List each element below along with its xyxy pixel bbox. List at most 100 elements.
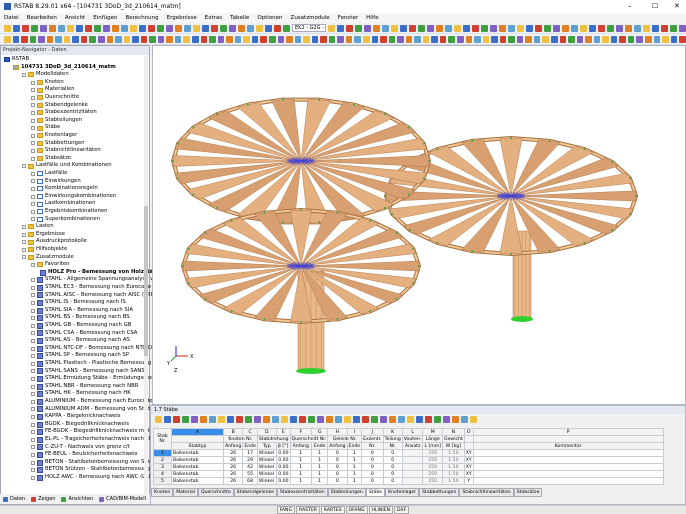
tb1b-tool-icon[interactable] (571, 24, 578, 32)
tb1b-tool-icon[interactable] (670, 24, 677, 32)
tb1-tool-icon[interactable] (139, 24, 146, 32)
column-letter[interactable]: N (442, 428, 465, 436)
tb1-tool-icon[interactable] (67, 24, 74, 32)
cell[interactable]: 0 (382, 477, 403, 485)
cell[interactable]: 0 (361, 449, 384, 457)
cell[interactable]: 0.00 (275, 456, 291, 464)
tree-item[interactable]: FE-BEUL - Beulsicherheitsnachweis (31, 451, 137, 459)
tb1-tool-icon[interactable] (58, 24, 65, 32)
expand-toggle-icon[interactable] (31, 88, 35, 93)
tb1-tool-icon[interactable] (76, 24, 83, 32)
cell[interactable]: 250 (422, 449, 444, 457)
tree-item[interactable]: KAPPA - Biegeknicknachweis (31, 413, 121, 421)
expand-toggle-icon[interactable] (31, 414, 35, 419)
cell[interactable]: 0.00 (275, 449, 291, 457)
tb1-tool-icon[interactable] (31, 24, 38, 32)
tb2-tool-icon[interactable] (414, 35, 421, 43)
tb1b-tool-icon[interactable] (625, 24, 632, 32)
cell[interactable]: Balkenstab (171, 456, 224, 464)
tb1-tool-icon[interactable] (157, 24, 164, 32)
cell[interactable]: 1 (289, 470, 313, 478)
cell[interactable] (472, 449, 664, 457)
tb2-tool-icon[interactable] (653, 35, 661, 43)
column-letter[interactable]: K (382, 428, 403, 436)
table-tab-9[interactable]: Stabnichtlinearitäten (459, 488, 514, 497)
table-tool-icon[interactable] (326, 416, 333, 423)
tree-item[interactable]: EL-PL - Tragsicherheitsnachweis nach EL-… (31, 436, 160, 444)
tree-item[interactable]: Modelldaten (22, 71, 69, 79)
column-letter[interactable]: A (171, 428, 224, 436)
table-tool-icon[interactable] (200, 416, 207, 423)
tb2-tool-icon[interactable] (192, 35, 199, 43)
expand-toggle-icon[interactable] (31, 156, 35, 161)
tree-item[interactable]: Lasten (22, 223, 54, 231)
cell[interactable]: 1.50 (442, 470, 465, 478)
3d-model-view[interactable]: X YZ (152, 45, 686, 405)
tb2-tool-icon[interactable] (140, 35, 148, 43)
table-tool-icon[interactable] (173, 416, 180, 423)
table-tab-0[interactable]: Knoten (151, 488, 174, 497)
cell[interactable]: 0 (361, 470, 384, 478)
tree-item[interactable]: RSTAB (4, 56, 29, 64)
cell[interactable] (472, 477, 664, 485)
tb2-tool-icon[interactable] (448, 35, 455, 43)
status-dxf[interactable]: DXF (394, 506, 410, 514)
expand-toggle-icon[interactable] (31, 171, 35, 176)
tb2-tool-icon[interactable] (593, 35, 601, 43)
cell[interactable] (472, 463, 664, 471)
table-tool-icon[interactable] (245, 416, 252, 423)
tb2-tool-icon[interactable] (576, 35, 584, 43)
tb2-tool-icon[interactable] (80, 35, 88, 43)
expand-toggle-icon[interactable] (31, 141, 35, 146)
tb1b-tool-icon[interactable] (589, 24, 596, 32)
tree-item[interactable]: STAHL SANS - Bemessung nach SANS (31, 368, 145, 376)
column-letter[interactable]: O (463, 428, 474, 436)
tree-item[interactable]: STAHL IS - Bemessung nach IS (31, 299, 126, 307)
menu-3[interactable]: Einfügen (93, 15, 117, 21)
tb2-tool-icon[interactable] (474, 35, 481, 43)
tb1b-tool-icon[interactable] (409, 24, 416, 32)
menu-8[interactable]: Optionen (257, 15, 282, 21)
tree-item[interactable]: Hilfsobjekte (22, 246, 67, 254)
cell[interactable]: 0 (382, 463, 403, 471)
table-tool-icon[interactable] (461, 416, 468, 423)
menu-5[interactable]: Ergebnisse (167, 15, 197, 21)
tb2-tool-icon[interactable] (431, 35, 438, 43)
cell[interactable]: Winkel (256, 456, 277, 464)
tb2-tool-icon[interactable] (645, 35, 652, 43)
expand-toggle-icon[interactable] (31, 262, 35, 267)
tree-item[interactable]: C-ZU-T - Nachweis von grenz c/t (31, 444, 130, 452)
cell[interactable]: 0.00 (275, 477, 291, 485)
cell[interactable]: 0 (327, 463, 348, 471)
cell[interactable]: Balkenstab (171, 463, 224, 471)
table-tool-icon[interactable] (191, 416, 198, 423)
tree-item[interactable]: STAHL SP - Bemessung nach SP (31, 352, 129, 360)
cell[interactable]: 29 (242, 456, 258, 464)
cell[interactable]: 1 (346, 470, 363, 478)
tb2-tool-icon[interactable] (439, 35, 447, 43)
cell[interactable]: 250 (422, 477, 444, 485)
cell[interactable]: 0.00 (275, 463, 291, 471)
navigator-scrollbar[interactable] (144, 56, 148, 496)
tree-item[interactable]: Ergebniskombinationen (31, 208, 107, 216)
expand-toggle-icon[interactable] (22, 240, 26, 245)
navigator-tab-1[interactable]: Zeigen (31, 496, 55, 502)
table-tool-icon[interactable] (443, 416, 450, 423)
tree-item[interactable]: Stabsätze (31, 155, 71, 163)
cell[interactable]: 26 (222, 456, 244, 464)
tb1b-tool-icon[interactable] (652, 24, 659, 32)
tb1b-tool-icon[interactable] (580, 24, 587, 32)
cell[interactable]: 1.50 (442, 449, 465, 457)
tb1-tool-icon[interactable] (121, 24, 128, 32)
column-letter[interactable]: D (256, 428, 277, 436)
tb2-tool-icon[interactable] (226, 35, 233, 43)
table-tool-icon[interactable] (452, 416, 459, 423)
tb1-tool-icon[interactable] (229, 24, 236, 32)
tree-item[interactable]: STAHL EC3 - Bemessung nach Eurocode 3 (31, 284, 156, 292)
tb1-tool-icon[interactable] (94, 24, 101, 32)
expand-toggle-icon[interactable] (22, 255, 26, 260)
cell[interactable]: 250 (422, 463, 444, 471)
table-tool-icon[interactable] (425, 416, 432, 423)
tb2-tool-icon[interactable] (106, 35, 114, 43)
cell[interactable]: 0 (327, 449, 348, 457)
